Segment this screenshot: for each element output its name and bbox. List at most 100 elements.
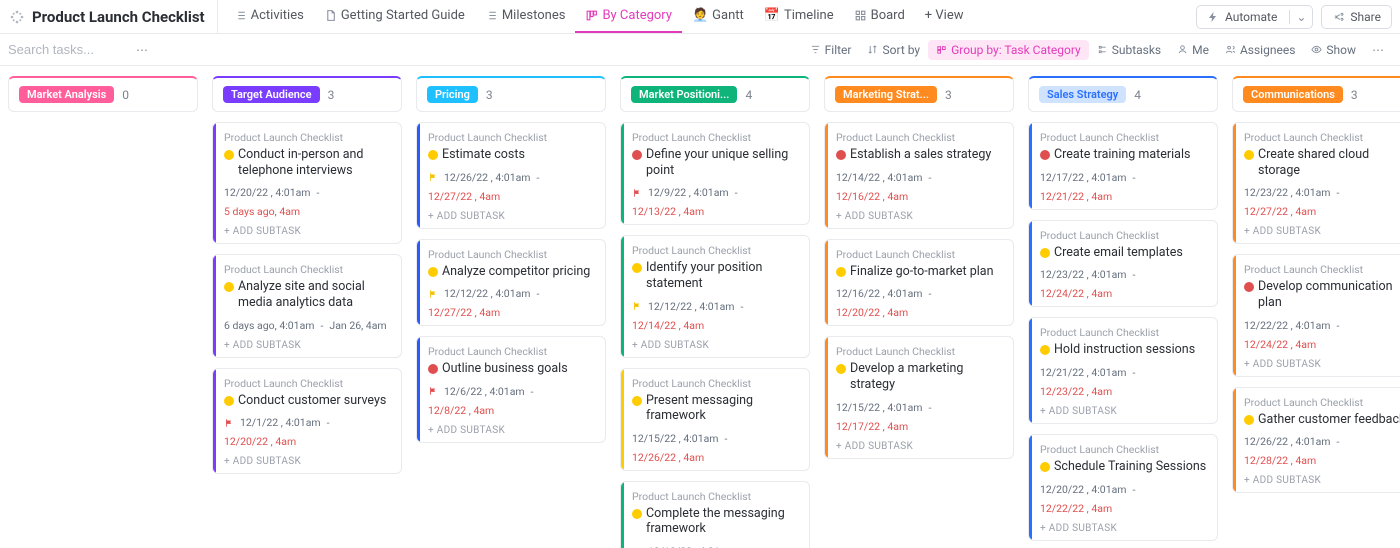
column-header[interactable]: Target Audience3 <box>212 76 402 112</box>
assignees-button[interactable]: Assignees <box>1217 43 1303 57</box>
column-header[interactable]: Market Positioni...4 <box>620 76 810 112</box>
add-subtask-button[interactable]: + ADD SUBTASK <box>632 340 799 351</box>
tab-getting-started-guide[interactable]: Getting Started Guide <box>314 0 475 33</box>
card-breadcrumb: Product Launch Checklist <box>224 263 391 276</box>
add-subtask-button[interactable]: + ADD SUBTASK <box>836 211 1003 222</box>
add-subtask-button[interactable]: + ADD SUBTASK <box>1040 523 1207 534</box>
tab--view[interactable]: + View <box>915 0 974 33</box>
column-header[interactable]: Communications3 <box>1232 76 1400 112</box>
column-header[interactable]: Pricing3 <box>416 76 606 112</box>
date-sep: - <box>1133 268 1136 281</box>
card-title: Develop a marketing strategy <box>850 361 1003 392</box>
start-date: 12/26/22 , 4:01am <box>1244 435 1331 448</box>
tab-timeline[interactable]: 📅Timeline <box>754 0 844 33</box>
show-label: Show <box>1326 43 1356 57</box>
flag-icon <box>632 301 642 311</box>
tab-board[interactable]: Board <box>844 0 915 33</box>
add-subtask-button[interactable]: + ADD SUBTASK <box>1244 226 1400 237</box>
task-card[interactable]: Product Launch ChecklistCreate email tem… <box>1028 220 1218 308</box>
tab-gantt[interactable]: 🧑‍💼Gantt <box>682 0 754 33</box>
card-breadcrumb: Product Launch Checklist <box>1040 326 1207 339</box>
column-header[interactable]: Market Analysis0 <box>8 76 198 112</box>
due-date: 12/17/22 , 4am <box>836 420 908 433</box>
search-more-icon[interactable]: ⋯ <box>128 43 156 57</box>
card-body: Product Launch ChecklistConduct in-perso… <box>216 123 401 243</box>
sort-button[interactable]: Sort by <box>859 43 928 57</box>
add-subtask-button[interactable]: + ADD SUBTASK <box>224 456 391 467</box>
add-subtask-button[interactable]: + ADD SUBTASK <box>836 441 1003 452</box>
flag-icon <box>224 418 234 428</box>
column-header[interactable]: Marketing Strat...3 <box>824 76 1014 112</box>
me-button[interactable]: Me <box>1169 43 1217 57</box>
task-card[interactable]: Product Launch ChecklistComplete the mes… <box>620 481 810 548</box>
status-dot-icon <box>1244 282 1254 292</box>
chevron-down-icon[interactable]: ⌄ <box>1289 10 1312 24</box>
card-breadcrumb: Product Launch Checklist <box>1244 396 1400 409</box>
show-button[interactable]: Show <box>1303 43 1364 57</box>
task-card[interactable]: Product Launch ChecklistHold instruction… <box>1028 317 1218 424</box>
add-subtask-button[interactable]: + ADD SUBTASK <box>428 425 595 436</box>
subtasks-button[interactable]: Subtasks <box>1089 43 1169 57</box>
start-date: 6 days ago, 4:01am <box>224 319 315 332</box>
card-body: Product Launch ChecklistAnalyze competit… <box>420 240 605 326</box>
task-card[interactable]: Product Launch ChecklistDefine your uniq… <box>620 122 810 225</box>
add-subtask-button[interactable]: + ADD SUBTASK <box>224 226 391 237</box>
status-dot-icon <box>1040 150 1050 160</box>
card-breadcrumb: Product Launch Checklist <box>632 244 799 257</box>
task-card[interactable]: Product Launch ChecklistConduct customer… <box>212 368 402 475</box>
task-card[interactable]: Product Launch ChecklistIdentify your po… <box>620 235 810 357</box>
card-body: Product Launch ChecklistCreate email tem… <box>1032 221 1217 307</box>
due-date: 12/28/22 , 4am <box>1244 454 1316 467</box>
card-dates: 12/22/22 , 4:01am-12/24/22 , 4am <box>1244 319 1400 351</box>
task-card[interactable]: Product Launch ChecklistOutline business… <box>416 336 606 443</box>
tab-by-category[interactable]: By Category <box>575 0 682 33</box>
tab-milestones[interactable]: Milestones <box>475 0 576 33</box>
tab-activities[interactable]: Activities <box>224 0 314 33</box>
due-date: 12/23/22 , 4am <box>1040 385 1112 398</box>
task-card[interactable]: Product Launch ChecklistCreate shared cl… <box>1232 122 1400 244</box>
date-sep: - <box>929 171 932 184</box>
start-date: 12/20/22 , 4:01am <box>1040 483 1127 496</box>
card-dates: 12/17/22 , 4:01am-12/21/22 , 4am <box>1040 171 1207 203</box>
task-card[interactable]: Product Launch ChecklistEstablish a sale… <box>824 122 1014 229</box>
task-card[interactable]: Product Launch ChecklistGather customer … <box>1232 387 1400 494</box>
add-subtask-button[interactable]: + ADD SUBTASK <box>428 211 595 222</box>
card-title: Develop communication plan <box>1258 279 1400 310</box>
task-card[interactable]: Product Launch ChecklistEstimate costs12… <box>416 122 606 229</box>
automate-button[interactable]: Automate ⌄ <box>1196 5 1313 29</box>
add-subtask-button[interactable]: + ADD SUBTASK <box>1244 475 1400 486</box>
task-card[interactable]: Product Launch ChecklistPresent messagin… <box>620 368 810 471</box>
start-date: 12/12/22 , 4:01am <box>648 300 735 313</box>
search-input[interactable] <box>8 38 128 61</box>
card-dates: 12/23/22 , 4:01am-12/27/22 , 4am <box>1244 186 1400 218</box>
task-card[interactable]: Product Launch Checklist Develop communic… <box>1232 254 1400 376</box>
task-card[interactable]: Product Launch ChecklistAnalyze site and… <box>212 254 402 357</box>
share-button[interactable]: Share <box>1321 5 1392 29</box>
group-by-button[interactable]: Group by: Task Category <box>928 40 1089 60</box>
bolt-icon <box>1207 11 1219 23</box>
task-card[interactable]: Product Launch ChecklistSchedule Trainin… <box>1028 434 1218 541</box>
task-card[interactable]: Product Launch ChecklistAnalyze competit… <box>416 239 606 327</box>
start-date: 12/22/22 , 4:01am <box>1244 319 1331 332</box>
date-sep: - <box>741 300 744 313</box>
add-subtask-button[interactable]: + ADD SUBTASK <box>1040 406 1207 417</box>
card-breadcrumb: Product Launch Checklist <box>1040 131 1207 144</box>
card-dates: 12/26/22 , 4:01am-12/27/22 , 4am <box>428 171 595 203</box>
toolbar-more-icon[interactable]: ⋯ <box>1364 43 1392 57</box>
due-date: 12/22/22 , 4am <box>1040 502 1112 515</box>
task-card[interactable]: Product Launch ChecklistCreate training … <box>1028 122 1218 210</box>
card-title: Estimate costs <box>442 147 525 163</box>
task-card[interactable]: Product Launch ChecklistDevelop a market… <box>824 336 1014 458</box>
task-card[interactable]: Product Launch ChecklistFinalize go-to-m… <box>824 239 1014 327</box>
column-pill: Communications <box>1243 86 1343 103</box>
add-subtask-button[interactable]: + ADD SUBTASK <box>1244 359 1400 370</box>
flag-icon <box>428 386 438 396</box>
filter-button[interactable]: Filter <box>802 43 860 57</box>
card-breadcrumb: Product Launch Checklist <box>1244 263 1400 276</box>
column-header[interactable]: Sales Strategy4 <box>1028 76 1218 112</box>
tab-icon <box>324 9 337 22</box>
column-pricing: Pricing3 Product Launch ChecklistEstimate… <box>416 76 606 443</box>
add-subtask-button[interactable]: + ADD SUBTASK <box>224 340 391 351</box>
tab-label: + View <box>925 8 964 23</box>
task-card[interactable]: Product Launch ChecklistConduct in-perso… <box>212 122 402 244</box>
